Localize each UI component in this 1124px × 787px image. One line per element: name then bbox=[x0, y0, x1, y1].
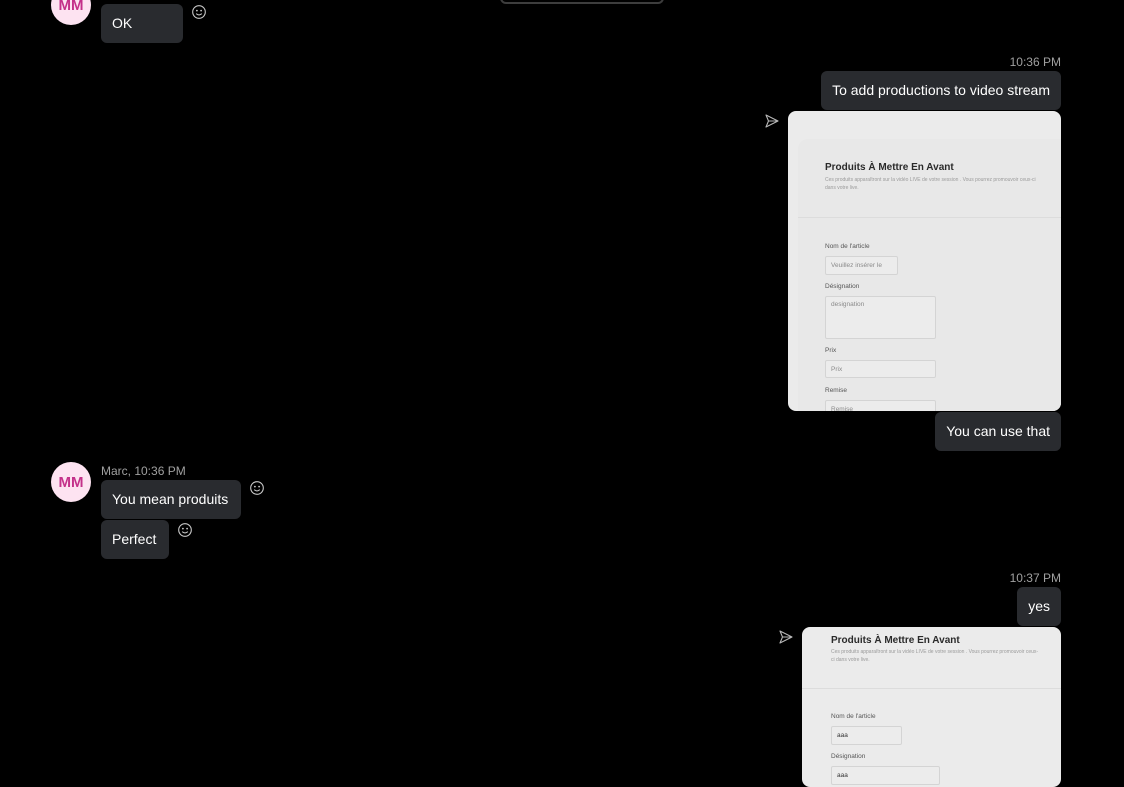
message-text: To add productions to video stream bbox=[832, 82, 1050, 98]
avatar[interactable]: MM bbox=[51, 0, 91, 25]
avatar-initials: MM bbox=[58, 0, 84, 14]
message-bubble[interactable]: Perfect bbox=[101, 520, 169, 559]
field-label: Remise bbox=[825, 387, 848, 394]
smiley-reaction-icon[interactable] bbox=[177, 522, 193, 538]
message-bubble[interactable]: You can use that bbox=[935, 412, 1061, 451]
field-label: Désignation bbox=[831, 753, 866, 760]
message-text: Perfect bbox=[112, 531, 157, 547]
divider bbox=[802, 688, 1061, 689]
article-name-input: Veuillez insérer le bbox=[825, 256, 898, 275]
sent-paper-plane-icon bbox=[765, 114, 779, 128]
message-text: You can use that bbox=[946, 423, 1050, 439]
discount-input: Remise bbox=[825, 400, 936, 411]
image-attachment[interactable]: Produits À Mettre En Avant Ces produits … bbox=[788, 111, 1061, 411]
article-name-input: aaa bbox=[831, 726, 902, 745]
smiley-reaction-icon[interactable] bbox=[191, 4, 207, 20]
jump-to-latest-button[interactable] bbox=[500, 0, 664, 4]
form-title: Produits À Mettre En Avant bbox=[825, 162, 954, 173]
message-bubble[interactable]: OK bbox=[101, 4, 183, 43]
avatar-initials: MM bbox=[58, 473, 84, 491]
message-text: OK bbox=[112, 15, 133, 31]
form-subtitle: Ces produits apparaîtront sur la vidéo L… bbox=[825, 177, 1036, 191]
sender-name-time: Marc, 10:36 PM bbox=[101, 464, 186, 478]
field-label: Désignation bbox=[825, 283, 860, 290]
divider bbox=[798, 217, 1061, 218]
message-bubble[interactable]: You mean produits bbox=[101, 480, 241, 519]
message-bubble[interactable]: yes bbox=[1017, 587, 1061, 626]
image-attachment[interactable]: Produits À Mettre En Avant Ces produits … bbox=[802, 627, 1061, 787]
field-label: Nom de l'article bbox=[825, 243, 870, 250]
message-text: yes bbox=[1028, 598, 1050, 614]
sent-paper-plane-icon bbox=[779, 630, 793, 644]
avatar[interactable]: MM bbox=[51, 462, 91, 502]
message-timestamp: 10:37 PM bbox=[1009, 571, 1061, 585]
smiley-reaction-icon[interactable] bbox=[249, 480, 265, 496]
form-subtitle: Ces produits apparaîtront sur la vidéo L… bbox=[831, 649, 1039, 663]
designation-textarea: aaa bbox=[831, 766, 940, 785]
designation-textarea: designation bbox=[825, 296, 936, 339]
price-input: Prix bbox=[825, 360, 936, 378]
field-label: Nom de l'article bbox=[831, 713, 876, 720]
message-bubble[interactable]: To add productions to video stream bbox=[821, 71, 1061, 110]
message-timestamp: 10:36 PM bbox=[1009, 55, 1061, 69]
field-label: Prix bbox=[825, 347, 837, 354]
message-text: You mean produits bbox=[112, 491, 229, 507]
form-title: Produits À Mettre En Avant bbox=[831, 635, 960, 646]
